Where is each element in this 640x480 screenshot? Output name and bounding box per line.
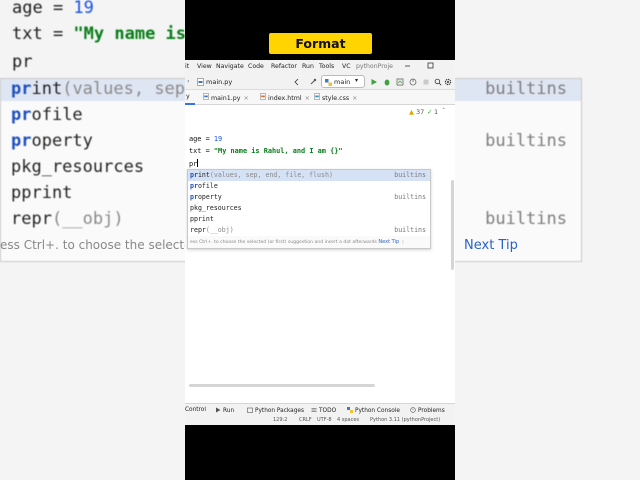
stop-icon[interactable] <box>422 78 430 86</box>
tool-problems[interactable]: Problems <box>410 407 445 414</box>
editor-tabs: y main1.py × index.html × style.css × <box>185 90 455 105</box>
completion-item-pprint[interactable]: pprint <box>188 214 430 225</box>
completion-popup: print(values, sep, end, file, flush) buil… <box>187 169 431 249</box>
right-background <box>455 0 640 480</box>
close-icon[interactable]: × <box>243 95 248 102</box>
coverage-icon[interactable] <box>396 78 404 86</box>
bg-completion-item: repr(__obj) <box>11 209 124 229</box>
minimize-icon[interactable] <box>404 62 411 69</box>
vertical-scrollbar[interactable] <box>451 180 454 270</box>
check-icon[interactable]: ✓ <box>427 108 432 116</box>
project-name: pythonProje <box>356 63 393 70</box>
cursor-position[interactable]: 129:2 <box>273 417 287 423</box>
python-file-icon <box>197 78 204 86</box>
bg-completion-item: print(values, sep <box>11 79 186 99</box>
profile-icon[interactable] <box>409 78 417 86</box>
run-icon[interactable] <box>370 78 378 86</box>
tab-index-html[interactable]: index.html × <box>260 93 310 102</box>
menu-item-view[interactable]: View <box>197 63 212 70</box>
breadcrumb-file[interactable]: main.py <box>206 78 232 86</box>
horizontal-scrollbar[interactable] <box>189 384 375 387</box>
code-line-1: age = 19 <box>189 135 223 143</box>
search-icon[interactable] <box>434 78 442 86</box>
bg-code-line-2: txt = "My name is <box>12 24 187 44</box>
chevron-up-icon[interactable]: ˆ <box>442 107 445 115</box>
line-separator[interactable]: CRLF <box>299 417 312 423</box>
bg-completion-item: profile <box>11 105 83 125</box>
status-bar: 129:2 CRLF UTF-8 4 spaces Python 3.11 (p… <box>185 416 455 425</box>
tool-python-packages[interactable]: Python Packages <box>247 407 304 414</box>
check-count: 1 <box>434 108 439 116</box>
bg-code-line-1: age = 19 <box>12 0 94 18</box>
bg-completion-item: pprint <box>11 183 73 203</box>
run-icon <box>216 407 221 413</box>
ide-window: it View Navigate Code Refactor Run Tools… <box>185 60 455 425</box>
menu-item-refactor[interactable]: Refactor <box>271 63 297 70</box>
completion-item-pkg-resources[interactable]: pkg_resources <box>188 203 430 214</box>
tool-window-bar: Control Run Python Packages TODO Python … <box>185 403 455 416</box>
packages-icon <box>247 407 253 413</box>
bg-completion-item: property <box>11 131 93 151</box>
chevron-down-icon: ▾ <box>355 77 359 84</box>
bg-hint-text: ess Ctrl+. to choose the selected <box>0 238 200 252</box>
tool-python-console[interactable]: Python Console <box>347 407 400 414</box>
tool-run[interactable]: Run <box>215 407 234 414</box>
completion-item-repr[interactable]: repr(__obj) builtins <box>188 225 430 236</box>
indent-setting[interactable]: 4 spaces <box>337 417 359 423</box>
close-icon[interactable]: × <box>305 95 310 102</box>
todo-icon <box>311 408 317 412</box>
interpreter[interactable]: Python 3.11 (pythonProject) <box>370 417 440 423</box>
html-file-icon <box>260 93 266 100</box>
completion-footer: ess Ctrl+. to choose the selected (or fi… <box>188 236 430 248</box>
completion-item-property[interactable]: property builtins <box>188 192 430 203</box>
build-icon[interactable] <box>309 78 317 86</box>
text-caret <box>197 159 199 167</box>
settings-gear-icon[interactable] <box>444 78 452 86</box>
run-config-dropdown[interactable]: main ▾ <box>321 75 365 88</box>
code-line-3: pr <box>189 159 199 168</box>
run-config-label: main <box>334 78 351 86</box>
problems-icon <box>410 407 416 413</box>
warning-count: 37 <box>416 108 425 116</box>
next-tip-link[interactable]: Next Tip <box>378 239 399 245</box>
bg-code-line-3: pr <box>12 52 33 72</box>
warning-icon[interactable]: ▲ <box>409 108 414 116</box>
video-title: Format Strings <box>269 33 372 72</box>
debug-icon[interactable] <box>383 78 391 86</box>
completion-item-print[interactable]: print(values, sep, end, file, flush) buil… <box>188 170 430 181</box>
close-icon[interactable]: × <box>352 95 357 102</box>
bg-completion-item: pkg_resources <box>11 157 145 177</box>
back-arrow-icon[interactable] <box>293 78 301 86</box>
chevron-right-icon: › <box>187 77 190 85</box>
menu-item-edit[interactable]: it <box>185 63 189 70</box>
main-toolbar: › main.py main ▾ <box>185 74 455 90</box>
more-options-icon[interactable]: ⋮ <box>401 240 406 245</box>
maximize-icon[interactable] <box>427 62 434 69</box>
python-file-icon <box>203 93 209 100</box>
completion-item-profile[interactable]: profile <box>188 181 430 192</box>
menu-item-tools[interactable]: Tools <box>319 63 334 70</box>
tab-main-py[interactable]: y <box>186 93 190 100</box>
bottom-band <box>185 425 455 480</box>
python-icon <box>347 407 353 413</box>
menu-item-vc[interactable]: VC <box>342 63 351 70</box>
menu-item-code[interactable]: Code <box>248 63 264 70</box>
menu-item-navigate[interactable]: Navigate <box>216 63 244 70</box>
python-icon <box>325 79 332 86</box>
file-encoding[interactable]: UTF-8 <box>317 417 332 423</box>
inspection-widget: ▲ 37 ✓ 1 ˆ <box>185 105 455 119</box>
tool-todo[interactable]: TODO <box>311 407 336 414</box>
menu-bar: it View Navigate Code Refactor Run Tools… <box>185 60 455 74</box>
menu-item-run[interactable]: Run <box>302 63 314 70</box>
tab-main1-py[interactable]: main1.py × <box>203 93 249 102</box>
code-line-2: txt = "My name is Rahul, and I am {}" <box>189 147 343 155</box>
css-file-icon <box>314 93 320 100</box>
tool-control[interactable]: Control <box>185 407 206 413</box>
tab-style-css[interactable]: style.css × <box>314 93 357 102</box>
